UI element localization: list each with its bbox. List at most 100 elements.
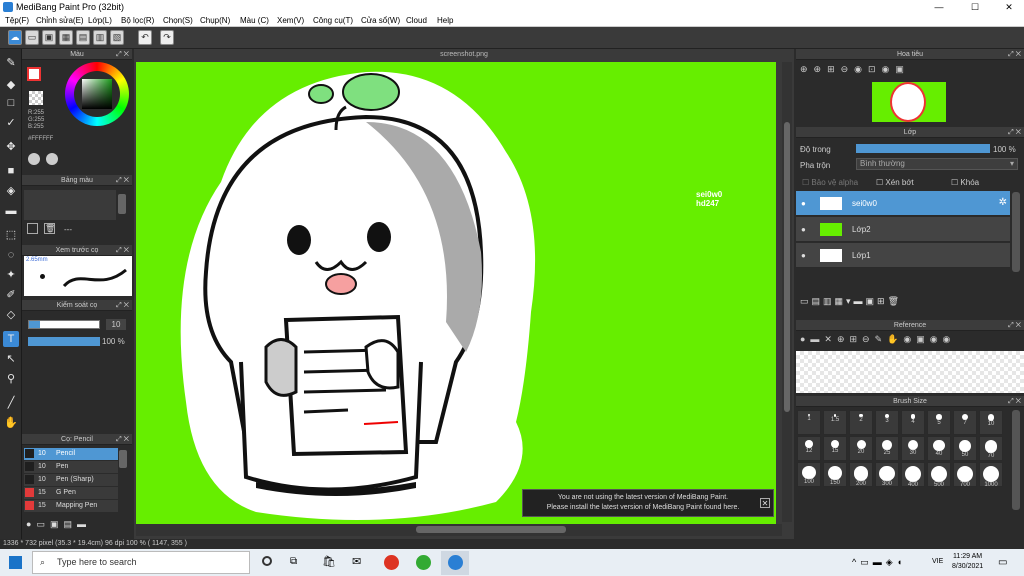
magic-wand-icon[interactable]: ✦ <box>3 267 19 283</box>
minimize-button[interactable]: — <box>922 0 956 14</box>
divide-tool-icon[interactable]: ╱ <box>3 395 19 411</box>
lasso-tool-icon[interactable]: ◌ <box>3 247 19 263</box>
brush-size-cell[interactable]: 50 <box>953 436 977 461</box>
palette-scrollbar[interactable] <box>118 194 126 214</box>
layer-row[interactable]: ● Lớp1 <box>796 243 1010 268</box>
brush-size-cell[interactable]: 25 <box>875 436 899 461</box>
palette-new-icon[interactable] <box>27 223 38 234</box>
layer-settings-icon[interactable]: ✲ <box>999 197 1007 208</box>
select-pen-icon[interactable]: ✐ <box>3 287 19 303</box>
vertical-scrollbar[interactable] <box>782 62 792 522</box>
reference-canvas[interactable] <box>796 351 1024 393</box>
brush-size-cell[interactable]: 1 <box>797 410 821 435</box>
mail-icon[interactable]: ✉ <box>352 555 361 568</box>
opera-icon[interactable] <box>384 555 399 570</box>
eraser-tool-icon[interactable]: ◆ <box>3 77 19 93</box>
select-tool-icon[interactable]: ✓ <box>3 115 19 131</box>
opacity-slider[interactable] <box>28 337 100 346</box>
bucket-tool-icon[interactable]: ◈ <box>3 183 19 199</box>
layer-visibility-icon[interactable]: ● <box>801 225 806 234</box>
brush-list-scrollbar[interactable] <box>119 450 127 468</box>
brush-size-cell[interactable]: 1.5 <box>823 410 847 435</box>
secondary-color-swatch[interactable] <box>29 91 43 105</box>
brush-size-cell[interactable]: 100 <box>797 462 821 487</box>
move-tool-icon[interactable]: ✥ <box>3 139 19 155</box>
brush-size-cell[interactable]: 500 <box>927 462 951 488</box>
clock[interactable]: 11:29 AM 8/30/2021 <box>952 552 983 572</box>
layer-scrollbar[interactable] <box>1012 192 1020 272</box>
layer-visibility-icon[interactable]: ● <box>801 199 806 208</box>
horizontal-scrollbar[interactable] <box>136 524 782 536</box>
navigator-zoom-icons[interactable]: ⊕⊕⊞⊖◉⊡◉▣ <box>800 64 910 75</box>
menu-capture[interactable]: Chụp(N) <box>200 16 230 25</box>
cortana-icon[interactable] <box>262 556 272 566</box>
medibang-task-icon[interactable] <box>441 551 469 575</box>
menu-tools[interactable]: Công cụ(T) <box>313 16 353 25</box>
blend-mode-select[interactable]: Bình thường ▾ <box>856 158 1018 170</box>
menu-color[interactable]: Màu (C) <box>240 16 269 25</box>
brush-size-cell[interactable]: 30 <box>901 436 925 461</box>
document-tab[interactable]: screenshot.png <box>134 49 794 61</box>
save-icon[interactable]: ▦ <box>59 30 73 45</box>
brush-list-item[interactable]: 15 G Pen <box>24 487 118 499</box>
brush-size-cell[interactable]: 15 <box>823 436 847 461</box>
menu-select[interactable]: Chọn(S) <box>163 16 193 25</box>
taskbar-search[interactable]: ⌕ Type here to search <box>32 551 250 574</box>
text-tool-icon[interactable]: T <box>3 331 19 347</box>
brush-tool-icon[interactable]: ✎ <box>3 55 19 71</box>
hand-tool-icon[interactable]: ✋ <box>3 415 19 431</box>
clipping-checkbox[interactable]: ☐ Xén bớt <box>876 178 914 187</box>
brush-size-cell[interactable]: 70 <box>979 436 1003 461</box>
grid-icon[interactable]: ▤ <box>76 30 90 45</box>
brush-size-cell[interactable]: 1000 <box>979 462 1003 488</box>
language-indicator[interactable]: VIE <box>932 558 943 565</box>
size-value[interactable]: 10 <box>106 319 126 330</box>
brush-size-cell[interactable]: 20 <box>849 436 873 461</box>
protect-alpha-checkbox[interactable]: ☐ Bảo vệ alpha <box>802 178 858 187</box>
size-slider[interactable] <box>28 320 100 329</box>
operation-tool-icon[interactable]: ↖ <box>3 351 19 367</box>
palette-swatches[interactable] <box>24 190 116 220</box>
notice-close-icon[interactable]: ✕ <box>760 498 770 508</box>
gradient-tool-icon[interactable]: ▬ <box>3 203 19 219</box>
update-notice[interactable]: You are not using the latest version of … <box>522 489 774 517</box>
redo-icon[interactable]: ↷ <box>160 30 174 45</box>
palette-remove-icon[interactable] <box>46 153 58 165</box>
menu-cloud[interactable]: Cloud <box>406 16 427 25</box>
store-icon[interactable]: 🛍 <box>322 555 336 568</box>
brush-list-item[interactable]: 10 Pencil <box>24 448 118 460</box>
palette-delete-icon[interactable]: 🗑 <box>44 223 55 234</box>
brush-size-cell[interactable]: 200 <box>849 462 873 487</box>
menu-layer[interactable]: Lớp(L) <box>88 16 112 25</box>
color-square[interactable] <box>82 79 112 109</box>
brush-copy-icon[interactable]: ▣ <box>50 519 59 529</box>
close-button[interactable]: ✕ <box>992 0 1024 14</box>
menu-filter[interactable]: Bộ lọc(R) <box>121 16 154 25</box>
navigator-thumbnail[interactable] <box>872 82 946 122</box>
maximize-button[interactable]: ☐ <box>958 0 992 14</box>
fill-rect-tool-icon[interactable]: ■ <box>3 163 19 179</box>
brush-size-cell[interactable]: 7 <box>953 410 977 435</box>
brush-size-cell[interactable]: 300 <box>875 462 899 487</box>
reference-toolbar[interactable]: ●▬✕⊕⊞⊖✎✋◉▣◉◉ <box>800 334 955 345</box>
lock-checkbox[interactable]: ☐ Khóa <box>951 178 979 187</box>
windows-start-icon[interactable] <box>9 556 22 569</box>
template-icon[interactable]: ▥ <box>93 30 107 45</box>
brush-size-cell[interactable]: 700 <box>953 462 977 488</box>
brush-size-cell[interactable]: 10 <box>979 410 1003 435</box>
brush-size-cell[interactable]: 150 <box>823 462 847 487</box>
brush-size-cell[interactable]: 4 <box>901 410 925 435</box>
menu-edit[interactable]: Chỉnh sửa(E) <box>36 16 84 25</box>
brush-size-cell[interactable]: 5 <box>927 410 951 435</box>
rect-tool-icon[interactable]: □ <box>3 95 19 111</box>
brush-doc-icon[interactable]: ▤ <box>64 519 73 529</box>
menu-window[interactable]: Cửa sổ(W) <box>361 16 400 25</box>
brush-new-icon[interactable]: ▭ <box>36 519 45 529</box>
comment-icon[interactable]: ▣ <box>42 30 56 45</box>
layer-actions[interactable]: ▭▤▥▦▾▬▣⊞🗑 <box>800 296 960 310</box>
layer-row[interactable]: ● sei0w0 ✲ <box>796 191 1010 216</box>
canvas[interactable]: sei0w0 hd247 <box>136 62 776 524</box>
brush-size-cell[interactable]: 400 <box>901 462 925 488</box>
brush-size-cell[interactable]: 12 <box>797 436 821 461</box>
eyedropper-icon[interactable]: ⚲ <box>3 371 19 387</box>
